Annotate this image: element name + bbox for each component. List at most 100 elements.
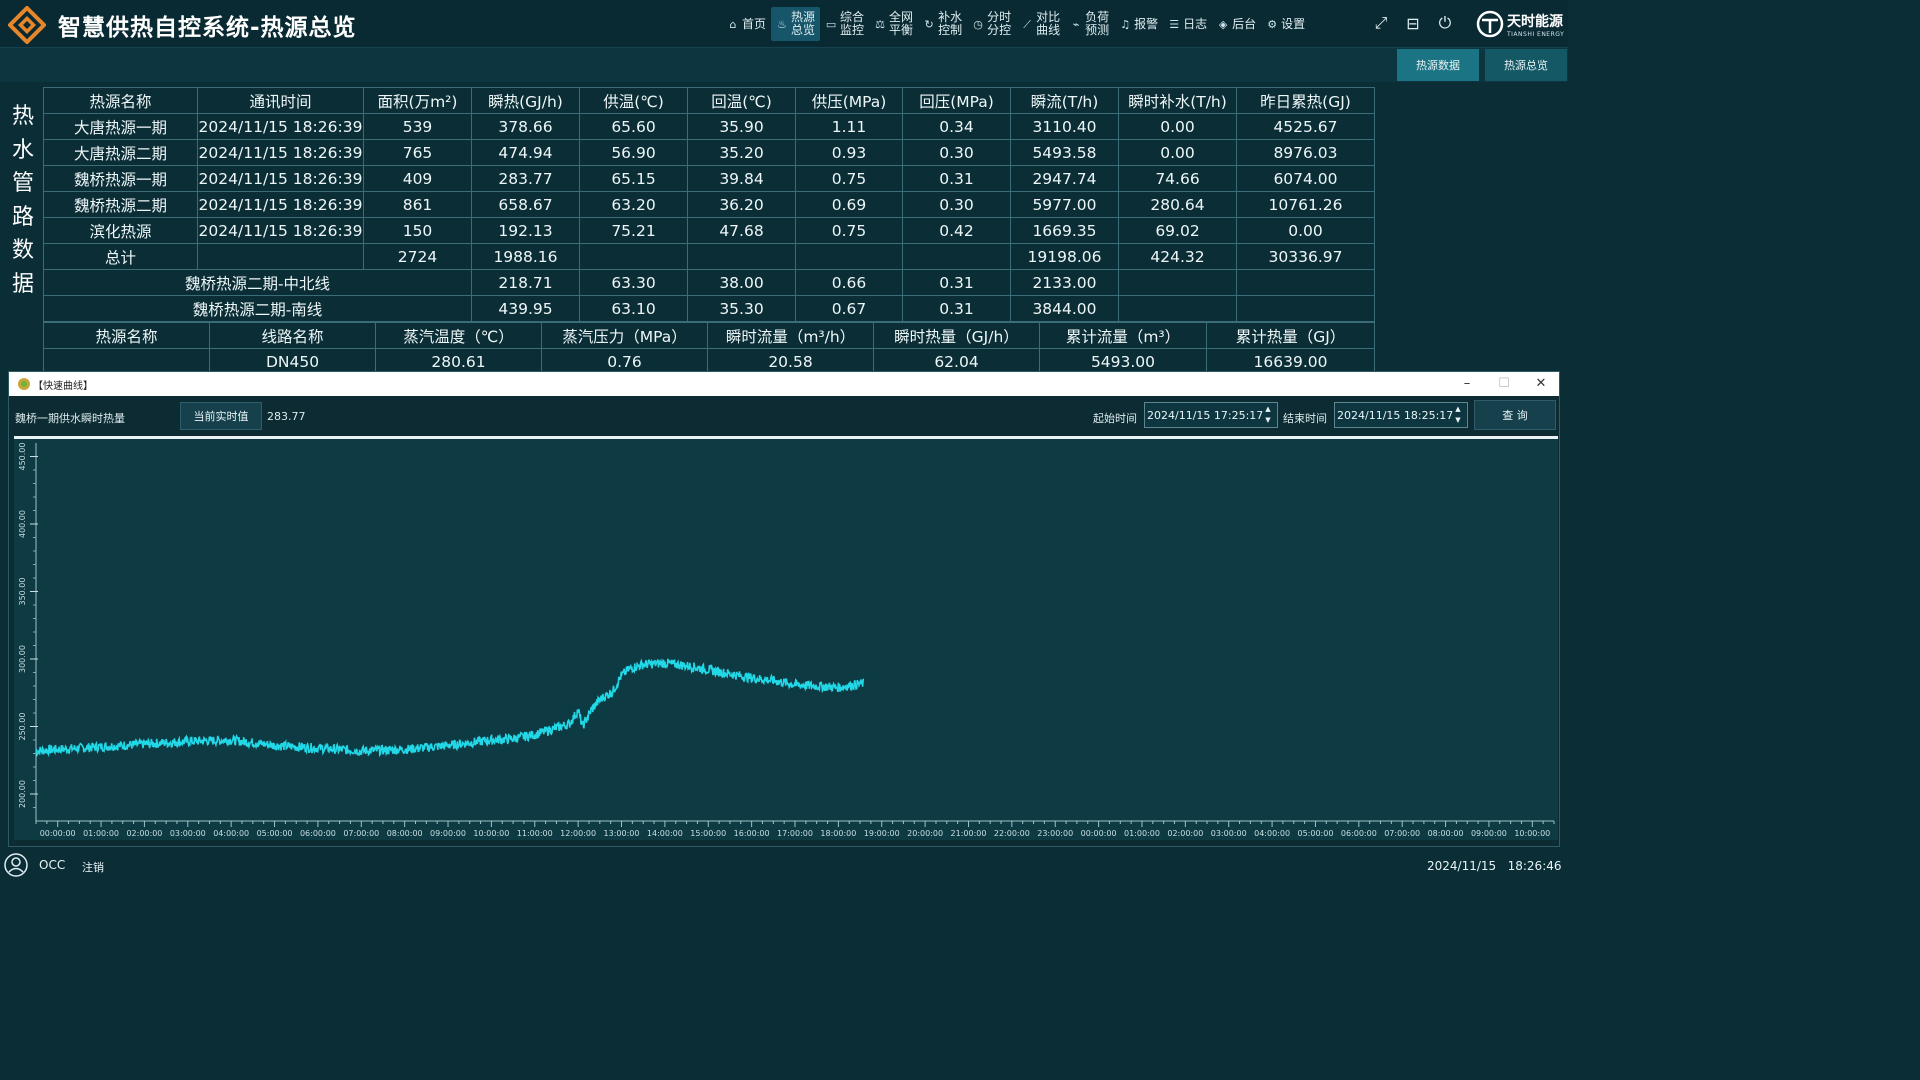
x-tick-label: 04:00:00 xyxy=(1254,829,1290,838)
popup-close-icon[interactable]: ✕ xyxy=(1531,374,1551,394)
user-icon[interactable] xyxy=(4,853,28,877)
quick-curve-window: 【快速曲线】 – ☐ ✕ 魏桥一期供水瞬时热量 当前实时值 283.77 起始时… xyxy=(8,371,1560,847)
nav-item-11[interactable]: ⚙ 设置 xyxy=(1261,7,1310,41)
x-tick-label: 00:00:00 xyxy=(1081,829,1117,838)
table-cell: 861 xyxy=(363,191,472,218)
table-cell: 2133.00 xyxy=(1010,269,1119,296)
table-cell: 4525.67 xyxy=(1236,113,1375,140)
table-cell: 63.30 xyxy=(579,269,688,296)
curve-toolbar: 魏桥一期供水瞬时热量 当前实时值 283.77 起始时间 ▲▼ 结束时间 ▲▼ … xyxy=(9,396,1559,436)
table-cell: 75.21 xyxy=(579,217,688,244)
table-cell xyxy=(795,243,903,270)
table-cell: 0.42 xyxy=(902,217,1011,244)
fullscreen-icon[interactable]: ⤢ xyxy=(1370,12,1392,34)
x-tick-label: 11:00:00 xyxy=(517,829,553,838)
nav-item-0[interactable]: ⌂ 首页 xyxy=(722,7,771,41)
table-cell: 30336.97 xyxy=(1236,243,1375,270)
end-time-label: 结束时间 xyxy=(1283,412,1327,425)
start-time-spinner[interactable]: ▲ ▼ xyxy=(1262,402,1274,428)
current-value-button[interactable]: 当前实时值 xyxy=(180,402,262,430)
nav-item-4[interactable]: ↻ 补水 控制 xyxy=(918,7,967,41)
end-time-spinner[interactable]: ▲ ▼ xyxy=(1452,402,1464,428)
x-tick-label: 16:00:00 xyxy=(734,829,770,838)
table-cell: 昨日累热(GJ) xyxy=(1236,87,1375,114)
table-cell: 0.69 xyxy=(795,191,903,218)
query-button[interactable]: 查 询 xyxy=(1474,400,1556,430)
table-cell xyxy=(687,243,796,270)
table-cell: 439.95 xyxy=(471,295,580,322)
logout-link[interactable]: 注销 xyxy=(82,859,104,875)
table-cell: 魏桥热源二期-中北线 xyxy=(43,269,472,296)
table-cell: 74.66 xyxy=(1118,165,1237,192)
table-cell: 65.15 xyxy=(579,165,688,192)
x-tick-label: 01:00:00 xyxy=(1124,829,1160,838)
refresh-icon: ↻ xyxy=(924,17,934,31)
table-cell: 0.93 xyxy=(795,139,903,166)
table-cell: 2024/11/15 18:26:39 xyxy=(197,113,364,140)
tab-heat-source-data[interactable]: 热源数据 xyxy=(1397,49,1479,81)
x-tick-label: 06:00:00 xyxy=(300,829,336,838)
popup-minimize-icon[interactable]: – xyxy=(1457,374,1477,394)
y-tick-label: 400.00 xyxy=(18,510,27,538)
series-label: 魏桥一期供水瞬时热量 xyxy=(15,412,125,425)
minimize-box-icon[interactable]: ⊟ xyxy=(1402,12,1424,34)
y-tick-label: 450.00 xyxy=(18,443,27,471)
table-cell: 2024/11/15 18:26:39 xyxy=(197,191,364,218)
nav-item-9[interactable]: ☰ 日志 xyxy=(1163,7,1212,41)
y-tick-label: 300.00 xyxy=(18,645,27,673)
table-cell: 0.75 xyxy=(795,165,903,192)
end-time-input[interactable] xyxy=(1334,402,1468,428)
table-cell: 瞬流(T/h) xyxy=(1010,87,1119,114)
nav-item-6[interactable]: ⟋ 对比 曲线 xyxy=(1016,7,1065,41)
table-cell: 0.30 xyxy=(902,191,1011,218)
popup-maximize-icon[interactable]: ☐ xyxy=(1494,374,1514,394)
nav-item-3[interactable]: ⚖ 全网 平衡 xyxy=(869,7,918,41)
table-cell: 瞬时流量（m³/h） xyxy=(707,322,874,349)
nav-item-1[interactable]: ♨ 热源 总览 xyxy=(771,7,821,41)
x-tick-label: 06:00:00 xyxy=(1341,829,1377,838)
nav-item-10[interactable]: ◈ 后台 xyxy=(1212,7,1261,41)
table-cell: 3844.00 xyxy=(1010,295,1119,322)
table-cell xyxy=(197,243,364,270)
x-tick-label: 21:00:00 xyxy=(951,829,987,838)
power-icon[interactable]: ⏻ xyxy=(1434,12,1456,34)
x-tick-label: 23:00:00 xyxy=(1037,829,1073,838)
table-cell: 瞬时补水(T/h) xyxy=(1118,87,1237,114)
start-time-input[interactable] xyxy=(1144,402,1278,428)
side-label-char: 数 xyxy=(11,238,34,263)
nav-item-label: 设置 xyxy=(1281,16,1306,31)
table-cell: 蒸汽温度（℃） xyxy=(375,322,542,349)
table-cell: 192.13 xyxy=(471,217,580,244)
table-cell: 魏桥热源二期 xyxy=(43,191,198,218)
table-cell: 6074.00 xyxy=(1236,165,1375,192)
table-cell: 瞬热(GJ/h) xyxy=(471,87,580,114)
nav-item-label: 负荷 预测 xyxy=(1085,10,1110,37)
table-cell: 35.90 xyxy=(687,113,796,140)
x-tick-label: 14:00:00 xyxy=(647,829,683,838)
nav-item-7[interactable]: ⌁ 负荷 预测 xyxy=(1065,7,1114,41)
x-tick-label: 09:00:00 xyxy=(430,829,466,838)
nav-item-5[interactable]: ◷ 分时 分控 xyxy=(967,7,1016,41)
table-cell: 218.71 xyxy=(471,269,580,296)
table-cell xyxy=(1118,269,1237,296)
nav-item-label: 补水 控制 xyxy=(938,10,963,37)
table-line-row: 魏桥热源二期-南线 439.95 63.10 35.30 0.67 0.31 3844.00 xyxy=(43,295,1375,322)
table-cell: 线路名称 xyxy=(209,322,376,349)
y-tick-label: 350.00 xyxy=(18,578,27,606)
curve-chart[interactable]: 200.00 250.00 300.00 350.00 400.00 450.00 00:0… xyxy=(14,439,1558,840)
tab-heat-source-overview[interactable]: 热源总览 xyxy=(1485,49,1567,81)
status-datetime: 2024/11/15 18:26:46 xyxy=(1427,859,1562,873)
user-name: OCC xyxy=(39,858,66,872)
nav-item-2[interactable]: ▭ 综合 监控 xyxy=(820,7,869,41)
clock-box-icon: ◷ xyxy=(973,17,983,31)
current-value: 283.77 xyxy=(267,410,306,423)
main-nav: ⌂ 首页 ♨ 热源 总览 ▭ 综合 监控 ⚖ 全网 平衡 ↻ 补水 控制 ◷ 分时 分控 ⟋ 对比 曲线 ⌁… xyxy=(722,0,1310,48)
table-cell: 回温(℃) xyxy=(687,87,796,114)
popup-titlebar[interactable]: 【快速曲线】 – ☐ ✕ xyxy=(9,372,1559,396)
nav-item-8[interactable]: ♫ 报警 xyxy=(1114,7,1163,41)
table-cell: 56.90 xyxy=(579,139,688,166)
table-cell: 2947.74 xyxy=(1010,165,1119,192)
table-cell: 280.64 xyxy=(1118,191,1237,218)
gear-icon: ⚙ xyxy=(1267,17,1278,31)
table-cell: 魏桥热源二期-南线 xyxy=(43,295,472,322)
